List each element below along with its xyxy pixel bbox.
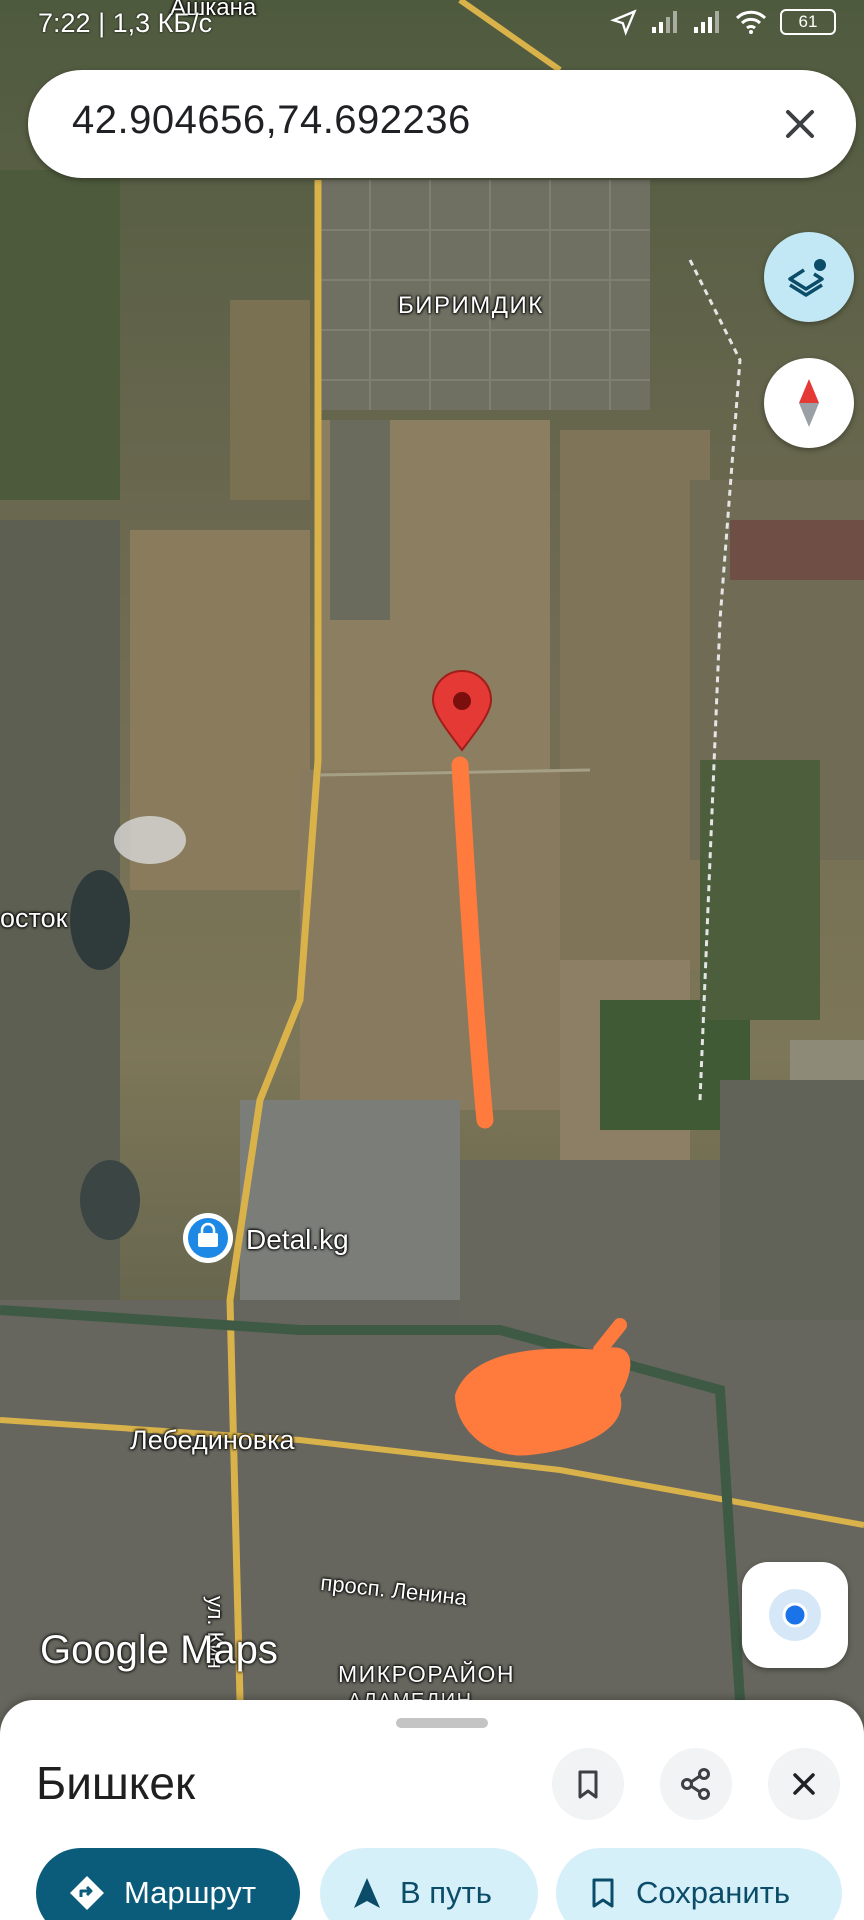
save-label: Сохранить [636,1875,791,1910]
directions-label: Маршрут [124,1875,257,1910]
close-icon [786,110,814,138]
clock: 7:22 [38,8,91,38]
bookmark-icon [592,1878,614,1908]
drag-handle[interactable] [396,1718,488,1728]
share-icon [681,1768,710,1800]
directions-button[interactable]: Маршрут [36,1848,300,1920]
battery-icon: 61 [780,9,836,35]
my-location-icon [769,1589,821,1641]
shopping-bag-icon[interactable] [183,1213,233,1263]
google-maps-logo: Google Maps [40,1628,278,1672]
place-title: Бишкек [36,1757,196,1809]
signal-icon [652,11,677,33]
start-label: В путь [400,1875,492,1910]
layers-button[interactable] [764,232,854,322]
status-bar: 7:22 | 1,3 КБ/с 61 [0,0,864,52]
share-button[interactable] [660,1748,732,1820]
search-bar[interactable]: 42.904656,74.692236 [28,70,856,178]
bookmark-button[interactable] [552,1748,624,1820]
map-view[interactable]: БИРИМДИК осток Ашкана Detal.kg Лебединов… [0,0,864,1920]
wifi-icon [735,10,767,34]
close-icon [793,1773,815,1795]
my-location-button[interactable] [742,1562,848,1668]
navigation-arrow-icon [354,1878,380,1908]
network-speed: 1,3 КБ/с [112,8,213,38]
place-bottom-sheet[interactable]: Бишкек Маршрут В путь Сохранить [0,1700,864,1920]
compass-icon [799,379,819,427]
place-label-vostok[interactable]: осток [0,903,67,934]
search-input[interactable]: 42.904656,74.692236 [72,98,471,143]
bookmark-icon [578,1770,598,1799]
compass-button[interactable] [764,358,854,448]
battery-level: 61 [798,12,818,31]
layers-icon [788,259,826,297]
place-label-lebedinovka[interactable]: Лебединовка [130,1425,295,1456]
clear-search-button[interactable] [774,98,826,150]
save-place-button[interactable]: Сохранить [556,1848,842,1920]
directions-icon [70,1876,104,1910]
start-navigation-button[interactable]: В путь [320,1848,538,1920]
location-arrow-icon [610,9,637,36]
district-label-mikroraion[interactable]: МИКРОРАЙОН [338,1661,515,1688]
poi-label-detal[interactable]: Detal.kg [246,1224,349,1256]
signal-icon-2 [694,11,719,33]
place-label-birimdik[interactable]: БИРИМДИК [398,292,544,320]
status-icons: 61 [610,8,836,36]
status-time: 7:22 | 1,3 КБ/с [38,8,213,38]
close-sheet-button[interactable] [768,1748,840,1820]
